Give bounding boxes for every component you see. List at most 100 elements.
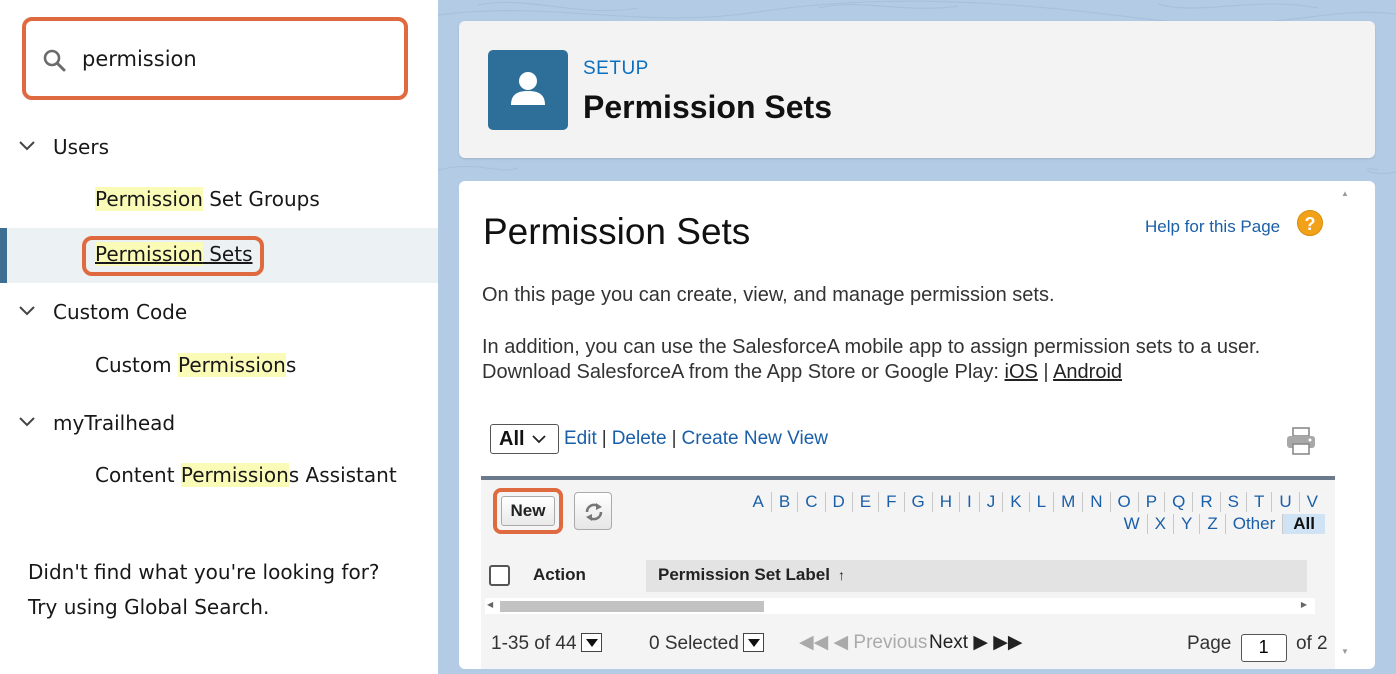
alphabet-filter-u[interactable]: U [1272,492,1300,512]
chevron-down-icon [19,141,35,151]
select-all-checkbox[interactable] [489,565,510,586]
mobile-app-note: In addition, you can use the SalesforceA… [482,336,1261,358]
alphabet-filter-f[interactable]: F [879,492,905,512]
tree-item-label: Permission Sets [95,242,253,266]
page-number-input[interactable] [1240,633,1287,662]
alphabet-filter-z[interactable]: Z [1200,514,1226,534]
alphabet-filter-g[interactable]: G [905,492,933,512]
alphabet-filter-p[interactable]: P [1139,492,1166,512]
alphabet-filter-all[interactable]: All [1283,514,1325,534]
list-footer: 1-35 of 44 0 Selected ◀◀ ◀ Previous Next… [481,628,1335,662]
alphabet-filter-h[interactable]: H [933,492,961,512]
last-page-icon[interactable]: ▶▶ [993,632,1022,653]
edit-view-link[interactable]: Edit [564,428,597,450]
user-icon [488,50,568,130]
tree-section-label: myTrailhead [53,411,176,435]
quick-find-input[interactable] [82,41,382,77]
alphabet-filter-b[interactable]: B [772,492,799,512]
create-new-view-link[interactable]: Create New View [682,428,828,450]
new-button[interactable]: New [501,496,555,526]
alphabet-filter-n[interactable]: N [1083,492,1111,512]
download-note: Download SalesforceA from the App Store … [482,361,1123,383]
android-link[interactable]: Android [1053,361,1122,383]
alphabet-filter-v[interactable]: V [1300,492,1325,512]
tree-section-label: Users [53,135,110,159]
alphabet-filter-j[interactable]: J [980,492,1004,512]
alphabet-filter-q[interactable]: Q [1165,492,1194,512]
tree-section-custom-code[interactable]: Custom Code [0,292,438,332]
record-count: 1-35 of 44 [491,633,602,655]
scroll-down-icon[interactable]: ▼ [1341,647,1349,656]
selected-count: 0 Selected [649,633,764,655]
ios-link[interactable]: iOS [1005,361,1038,383]
alphabet-filter-i[interactable]: I [960,492,980,512]
sort-ascending-icon: ↑ [837,567,845,583]
alphabet-filter-l[interactable]: L [1030,492,1055,512]
tree-section-mytrailhead[interactable]: myTrailhead [0,403,438,443]
tree-item-custom-permissions[interactable]: Custom Permissions [0,339,438,394]
highlight-outline: New [493,488,563,534]
alphabet-filter-o[interactable]: O [1111,492,1139,512]
tree-item-permission-set-groups[interactable]: Permission Set Groups [0,173,438,228]
column-header-action: Action [521,560,644,592]
not-found-message: Didn't find what you're looking for? Try… [28,560,380,619]
view-select[interactable]: All [490,424,559,454]
previous-arrow-icon: ◀ [833,632,849,653]
scroll-left-icon[interactable]: ◀ [487,600,493,609]
alphabet-filter-x[interactable]: X [1148,514,1174,534]
horizontal-scrollbar[interactable]: ◀ ▶ [485,598,1315,614]
list-view-controls: All Edit | Delete | Create New View [490,424,833,454]
scroll-right-icon[interactable]: ▶ [1301,600,1307,609]
tree-item-label: Content Permissions Assistant [95,463,397,487]
tree-item-label: Custom Permissions [95,353,297,377]
header-title: Permission Sets [583,89,832,125]
setup-breadcrumb: SETUP [583,58,649,79]
help-for-page-link[interactable]: Help for this Page [1145,217,1280,237]
alphabet-filter-y[interactable]: Y [1174,514,1201,534]
help-icon[interactable]: ? [1297,210,1323,236]
chevron-down-icon [531,435,546,444]
alphabet-filter-c[interactable]: C [798,492,826,512]
page-description: On this page you can create, view, and m… [482,284,1055,306]
alphabet-filter-s[interactable]: S [1221,492,1247,512]
previous-page: ◀◀ ◀ Previous [799,632,928,653]
selection-indicator [0,228,7,283]
tree-section-label: Custom Code [53,300,188,324]
scrollbar-thumb[interactable] [500,601,764,612]
permission-sets-list: New ABCDEFGHIJKLMNOPQRSTUV W X Y Z Other All … [481,476,1335,669]
scroll-up-icon[interactable]: ▲ [1341,189,1349,198]
alphabet-filter-t[interactable]: T [1247,492,1273,512]
delete-view-link[interactable]: Delete [612,428,667,450]
next-arrow-icon: ▶ [973,632,988,653]
alphabet-filter-a[interactable]: A [746,492,772,512]
alphabet-filter-k[interactable]: K [1003,492,1030,512]
setup-sidebar: Users Permission Set Groups Permission S… [0,0,438,674]
column-header-permission-set-label[interactable]: Permission Set Label ↑ [646,560,1307,592]
alphabet-row: ABCDEFGHIJKLMNOPQRSTUV [746,492,1325,512]
setup-header: SETUP Permission Sets [459,21,1375,158]
refresh-button[interactable] [574,492,612,530]
alphabet-row: W X Y Z Other All [1117,514,1325,534]
record-count-dropdown[interactable] [580,633,602,652]
alphabet-filter-m[interactable]: M [1054,492,1084,512]
next-page[interactable]: Next ▶ ▶▶ [929,631,1023,654]
page-indicator: Page of 2 [1187,633,1328,662]
alphabet-filter-e[interactable]: E [853,492,880,512]
page-title: Permission Sets [483,211,751,252]
tree-item-permission-sets[interactable]: Permission Sets [0,228,438,283]
main-area: SETUP Permission Sets Permission Sets He… [438,0,1396,674]
selected-dropdown[interactable] [742,633,764,652]
tree-item-content-permissions-assistant[interactable]: Content Permissions Assistant [0,449,438,504]
alphabet-filter-d[interactable]: D [826,492,853,512]
table-header: Action Permission Set Label ↑ [481,560,1307,592]
chevron-down-icon [19,417,35,427]
tree-section-users[interactable]: Users [0,127,438,167]
alphabet-filter-other[interactable]: Other [1226,514,1284,534]
vertical-scrollbar[interactable]: ▲ ▼ [1336,181,1355,669]
content-panel: Permission Sets Help for this Page ? On … [459,181,1375,669]
printer-icon[interactable] [1285,426,1317,456]
alphabet-filter-w[interactable]: W [1117,514,1148,534]
search-icon [43,49,66,72]
alphabet-filter-r[interactable]: R [1193,492,1221,512]
quick-find-box [22,17,408,100]
